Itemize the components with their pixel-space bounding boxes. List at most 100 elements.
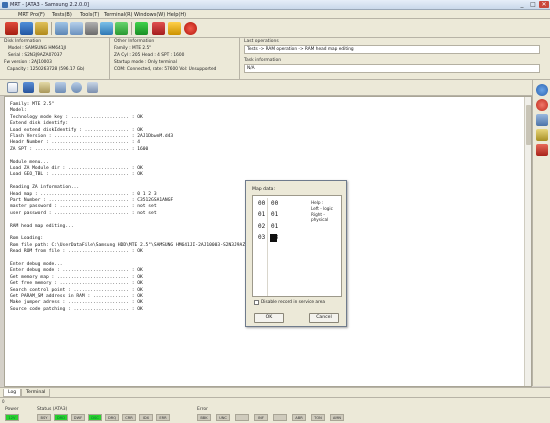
error-label: Error bbox=[197, 407, 208, 412]
log-line: Get memory map : .......................… bbox=[10, 274, 143, 280]
find-icon[interactable] bbox=[71, 82, 82, 93]
dialog-title: Map data: bbox=[252, 187, 276, 192]
minimize-button[interactable]: _ bbox=[517, 1, 527, 8]
folder-icon[interactable] bbox=[35, 22, 48, 35]
list-icon[interactable] bbox=[536, 114, 548, 126]
menu-tools[interactable]: Tools(T) bbox=[80, 12, 99, 18]
info-icon[interactable] bbox=[100, 22, 113, 35]
ok-button[interactable]: OK bbox=[254, 313, 284, 323]
log-line: Technology mode key : ..................… bbox=[10, 114, 143, 120]
log-line: Rom Loading: bbox=[10, 236, 44, 242]
menu-bar: MRT Pro(F) Tests(B) Tools(T) Terminal(R)… bbox=[0, 10, 550, 19]
tool-icon[interactable] bbox=[536, 129, 548, 141]
copy-icon[interactable] bbox=[55, 82, 66, 93]
map-data-dialog: Map data: 00 00 01 01 02 01 03 03 Help :… bbox=[245, 180, 347, 327]
ata-icon[interactable] bbox=[55, 22, 68, 35]
led-12v: 12V bbox=[5, 414, 19, 421]
family-info: Family : MTE 2.5" bbox=[114, 46, 152, 51]
power-label: Power bbox=[5, 407, 19, 412]
pause-icon[interactable] bbox=[168, 22, 181, 35]
led-dwf: DWF bbox=[71, 414, 85, 421]
operations-group: Last operations Tests -> RAM operation -… bbox=[240, 38, 550, 80]
scrollbar-thumb[interactable] bbox=[526, 105, 531, 145]
led-idx: IDX bbox=[139, 414, 153, 421]
maximize-button[interactable]: □ bbox=[528, 1, 538, 8]
log-line: Load GEO_TBL : .........................… bbox=[10, 172, 143, 178]
other-information-group: Other Information Family : MTE 2.5" ZA C… bbox=[110, 38, 240, 80]
pause-log-icon[interactable] bbox=[39, 82, 50, 93]
menu-tests[interactable]: Tests(B) bbox=[52, 12, 72, 18]
map-row-label: 00 bbox=[258, 200, 266, 207]
log-line: Enter debug mode : .....................… bbox=[10, 268, 143, 274]
log-line: user password : ........................… bbox=[10, 210, 157, 216]
info-panel: Disk Information Model : SAMSUNG HM641JI… bbox=[0, 38, 550, 80]
title-bar: MRT - [ATA3 - Samsung 2.2.0.0] _ □ ✕ bbox=[0, 0, 550, 10]
disk-serial: Serial : S2N3J9AZA07037 bbox=[8, 53, 63, 58]
stop-icon[interactable] bbox=[152, 22, 165, 35]
map-divider bbox=[267, 198, 268, 296]
log-line: Enter debug mode... bbox=[10, 262, 63, 267]
legend-right: Right - physical bbox=[311, 212, 329, 222]
led-bbk: BBK bbox=[197, 414, 211, 421]
reset-icon[interactable] bbox=[85, 22, 98, 35]
led-empty bbox=[273, 414, 287, 421]
log-scrollbar[interactable] bbox=[524, 97, 531, 386]
drive-icon[interactable] bbox=[20, 22, 33, 35]
led-ton: TON bbox=[311, 414, 325, 421]
refresh-icon[interactable] bbox=[536, 84, 548, 96]
toolbar-separator bbox=[131, 22, 132, 35]
other-info-heading: Other Information bbox=[114, 39, 155, 44]
head-map-grid: 00 00 01 01 02 01 03 03 Help : Left - lo… bbox=[252, 195, 342, 297]
right-toolbar bbox=[532, 80, 550, 386]
status-counter: 0 bbox=[2, 399, 5, 404]
disconnect-icon[interactable] bbox=[5, 22, 18, 35]
ata-status-label: Status (ATA3) bbox=[37, 407, 68, 412]
menu-mrt-pro[interactable]: MRT Pro(F) bbox=[18, 12, 45, 18]
toolbar-separator bbox=[51, 22, 52, 35]
disable-record-checkbox[interactable] bbox=[254, 300, 259, 305]
disk-capacity: Capacity : 1250263728 (596.17 Gb) bbox=[7, 67, 85, 72]
log-line: Source code patching : .................… bbox=[10, 306, 143, 312]
map-cell[interactable]: 00 bbox=[271, 200, 278, 207]
log-line: master password : ......................… bbox=[10, 204, 157, 210]
play-icon[interactable] bbox=[135, 22, 148, 35]
disk-model: Model : SAMSUNG HM641JI bbox=[8, 46, 66, 51]
log-line: Read ROM from file : ...................… bbox=[10, 249, 143, 255]
log-line: Headr Number : .........................… bbox=[10, 140, 140, 146]
save-icon[interactable] bbox=[23, 82, 34, 93]
map-cell-edited[interactable]: 01 bbox=[271, 223, 278, 230]
cancel-icon[interactable] bbox=[184, 22, 197, 35]
map-cell[interactable]: 01 bbox=[271, 211, 278, 218]
log-line: Part Number : ..........................… bbox=[10, 198, 174, 203]
log-line: Model: bbox=[10, 108, 27, 114]
tab-log[interactable]: Log bbox=[3, 389, 22, 397]
last-operations-heading: Last operations bbox=[244, 39, 279, 44]
last-operation-value: Tests -> RAM operation -> RAM head map e… bbox=[244, 45, 540, 54]
com-status: COM: Connected, rate: 57600 Vol: Unsuppo… bbox=[114, 67, 217, 72]
log-line: Extend disk identify: bbox=[10, 121, 69, 127]
log-line: ZA SPT : ...............................… bbox=[10, 146, 149, 152]
led-abr: ABR bbox=[292, 414, 306, 421]
disk-fw-version: Fw version : 2AJ10003 bbox=[4, 60, 52, 65]
led-crr: CRR bbox=[122, 414, 136, 421]
checklist-icon[interactable] bbox=[536, 144, 548, 156]
new-log-icon[interactable] bbox=[7, 82, 18, 93]
undo-icon[interactable] bbox=[536, 99, 548, 111]
task-info-value: N/A bbox=[244, 64, 540, 73]
cell-cursor bbox=[270, 234, 277, 242]
led-drd: DRD bbox=[54, 414, 68, 421]
disable-record-label: Disable record in service area bbox=[261, 300, 326, 305]
cancel-button[interactable]: Cancel bbox=[309, 313, 339, 323]
log-line: Get free memory : ......................… bbox=[10, 281, 143, 287]
settings-icon[interactable] bbox=[70, 22, 83, 35]
tab-terminal[interactable]: Terminal bbox=[21, 389, 51, 397]
menu-windows[interactable]: Windows(W) bbox=[134, 12, 165, 18]
log-line: Reading ZA information... bbox=[10, 185, 80, 191]
log-line: Search control point : .................… bbox=[10, 287, 143, 293]
menu-terminal[interactable]: Terminal(R) bbox=[104, 12, 133, 18]
close-button[interactable]: ✕ bbox=[539, 1, 549, 8]
check-icon[interactable] bbox=[115, 22, 128, 35]
zoom-icon[interactable] bbox=[87, 82, 98, 93]
menu-help[interactable]: Help(H) bbox=[167, 12, 186, 18]
led-amn: AMN bbox=[330, 414, 344, 421]
